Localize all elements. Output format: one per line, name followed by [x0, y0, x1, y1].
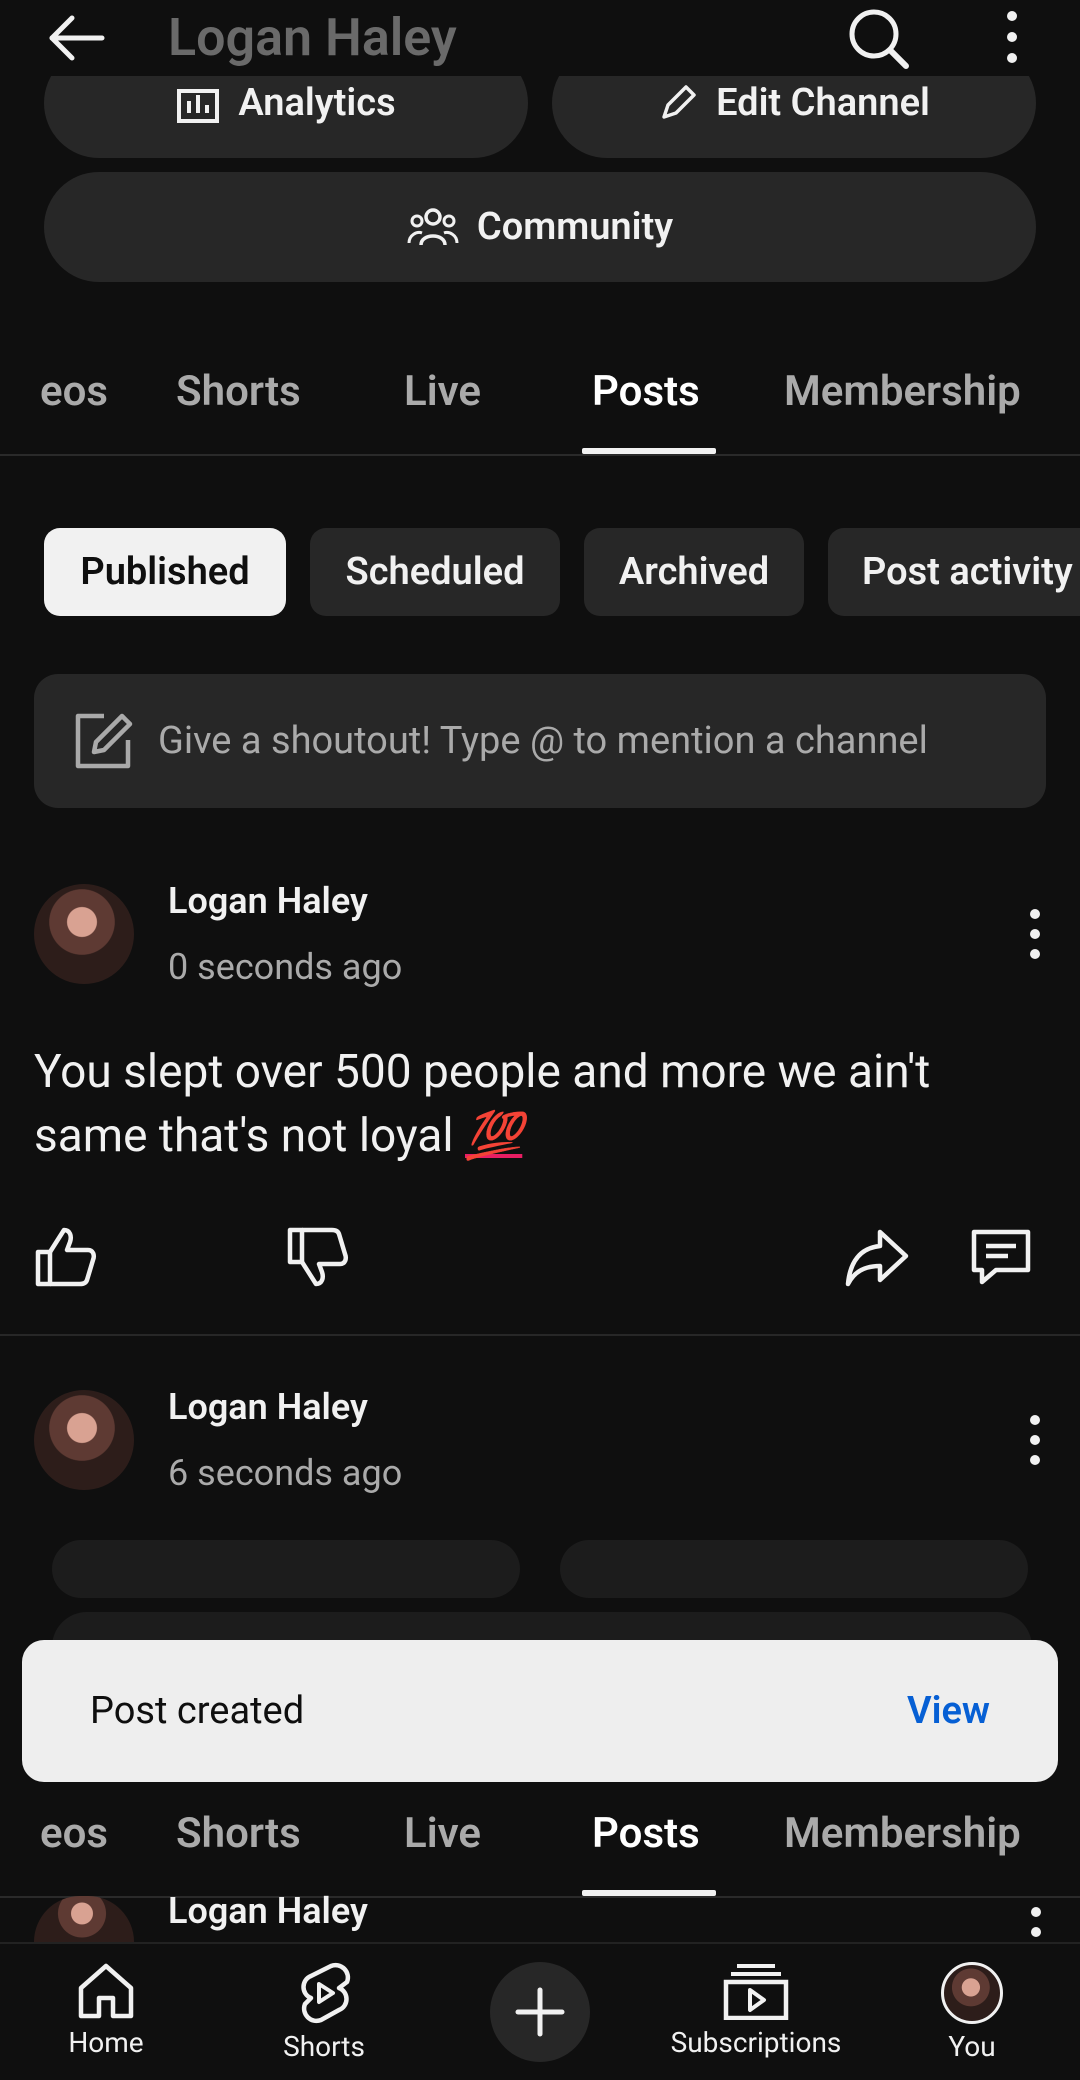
tabs-divider [0, 454, 1080, 456]
chip-post-activity[interactable]: Post activity [828, 528, 1080, 616]
subscriptions-icon [723, 1964, 789, 2020]
tab-videos[interactable]: eos [40, 330, 108, 454]
home-icon [78, 1963, 134, 2019]
pencil-icon [662, 85, 696, 119]
chip-archived[interactable]: Archived [584, 528, 804, 616]
post-author-avatar[interactable] [34, 884, 134, 984]
shorts-icon [301, 1962, 351, 2024]
tab-live[interactable]: Live [404, 330, 481, 454]
post-body: You slept over 500 people and more we ai… [34, 1040, 1054, 1168]
analytics-label: Analytics [238, 81, 396, 125]
tab-membership[interactable]: Membership [784, 330, 1021, 454]
nav-you[interactable]: You [912, 1944, 1032, 2080]
post-more-icon[interactable] [1020, 1410, 1050, 1470]
nav-home-label: Home [68, 2026, 144, 2059]
bottom-navigation: Home Shorts Subscriptions You [0, 1942, 1080, 2080]
nav-shorts-label: Shorts [283, 2030, 365, 2063]
compose-edit-icon [70, 708, 136, 774]
ghost-pill [52, 1540, 520, 1598]
nav-subscriptions-label: Subscriptions [670, 2026, 842, 2059]
back-arrow-icon[interactable] [40, 6, 112, 70]
more-vert-icon[interactable] [990, 2, 1034, 72]
comment-icon[interactable] [966, 1222, 1036, 1292]
channel-tabs-overlay: eos Shorts Live Posts Membership [0, 1772, 1080, 1898]
post-author-name[interactable]: Logan Haley [168, 880, 368, 922]
post-author-name[interactable]: Logan Haley [168, 1880, 368, 1942]
share-icon[interactable] [842, 1222, 912, 1292]
post-created-toast: Post created View [22, 1640, 1058, 1782]
like-icon[interactable] [30, 1222, 100, 1292]
post-author-avatar[interactable] [34, 1896, 134, 1942]
search-icon[interactable] [840, 2, 916, 72]
chip-published[interactable]: Published [44, 528, 286, 616]
post-more-icon[interactable] [1020, 904, 1050, 964]
channel-tabs: eos Shorts Live Posts Membership [0, 330, 1080, 456]
edit-channel-label: Edit Channel [716, 81, 930, 125]
post-timestamp: 0 seconds ago [168, 946, 403, 988]
tab-posts[interactable]: Posts [592, 1772, 700, 1896]
tab-membership[interactable]: Membership [784, 1772, 1021, 1896]
hundred-emoji: 💯 [465, 1109, 523, 1163]
dislike-icon[interactable] [282, 1222, 352, 1292]
nav-you-label: You [948, 2030, 996, 2063]
community-button[interactable]: Community [44, 172, 1036, 282]
community-icon [407, 208, 459, 246]
post-more-icon[interactable] [1030, 1906, 1042, 1942]
tab-videos[interactable]: eos [40, 1772, 108, 1896]
shoutout-composer[interactable]: Give a shoutout! Type @ to mention a cha… [34, 674, 1046, 808]
post-author-name[interactable]: Logan Haley [168, 1386, 368, 1428]
post-divider [0, 1334, 1080, 1336]
post-author-avatar[interactable] [34, 1390, 134, 1490]
nav-subscriptions[interactable]: Subscriptions [656, 1944, 856, 2080]
create-button[interactable] [490, 1962, 590, 2062]
community-label: Community [476, 205, 674, 249]
top-app-bar: Logan Haley [0, 0, 1080, 76]
nav-home[interactable]: Home [46, 1944, 166, 2080]
tab-shorts[interactable]: Shorts [176, 330, 301, 454]
ghost-pill [560, 1540, 1028, 1598]
tab-shorts[interactable]: Shorts [176, 1772, 301, 1896]
chip-scheduled[interactable]: Scheduled [310, 528, 560, 616]
tab-live[interactable]: Live [404, 1772, 481, 1896]
create-plus-icon [515, 1987, 565, 2037]
post-timestamp: 6 seconds ago [168, 1452, 403, 1494]
avatar [941, 1962, 1003, 2024]
toast-view-button[interactable]: View [907, 1640, 990, 1782]
tab-posts[interactable]: Posts [592, 330, 700, 454]
tabs-divider [0, 1896, 1080, 1898]
toast-message: Post created [90, 1689, 305, 1733]
analytics-icon [177, 89, 220, 123]
shoutout-placeholder: Give a shoutout! Type @ to mention a cha… [158, 719, 928, 763]
channel-title: Logan Haley [168, 7, 457, 68]
nav-shorts[interactable]: Shorts [264, 1944, 384, 2080]
